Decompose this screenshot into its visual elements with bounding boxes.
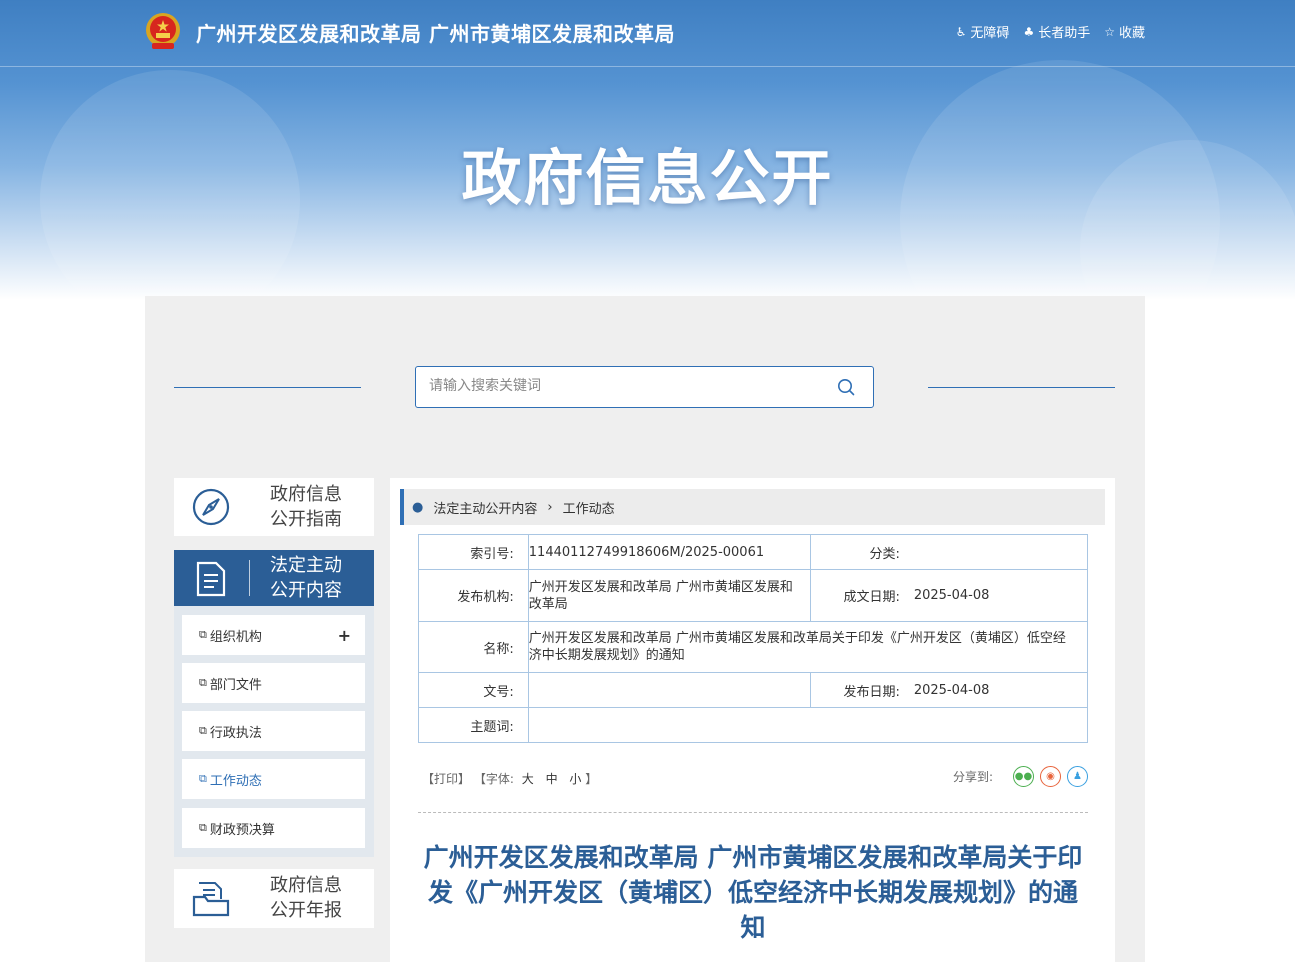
copy-icon: ⧉ [199,724,207,737]
category-value [913,534,1088,570]
sidebar-item-label: 组织机构 [209,629,262,645]
national-emblem-icon [146,13,180,49]
name-value: 广州开发区发展和改革局 广州市黄埔区发展和改革局关于印发《广州开发区（黄埔区）低… [527,621,1089,673]
weibo-share-icon[interactable]: ◉ [1040,766,1061,787]
search-input[interactable] [416,367,816,405]
index-key: 索引号: [418,534,529,570]
accessibility-label: 无障碍 [970,26,1010,41]
sidebar-guide-label-1: 政府信息 [270,484,342,505]
search-icon[interactable] [837,378,855,396]
sidebar-active-label-2: 公开内容 [270,580,342,601]
docno-key: 文号: [418,672,529,708]
table-row: 发布机构: 广州开发区发展和改革局 广州市黄埔区发展和改革局 成文日期: 202… [418,569,1088,622]
share-label: 分享到: [952,770,993,784]
top-bar: 广州开发区发展和改革局 广州市黄埔区发展和改革局 ♿ 无障碍 ♣ 长者助手 ☆ … [0,0,1295,67]
publisher-key: 发布机构: [418,569,529,622]
table-row: 名称: 广州开发区发展和改革局 广州市黄埔区发展和改革局关于印发《广州开发区（黄… [418,621,1089,673]
compass-icon [192,488,230,526]
elder-helper-link[interactable]: ♣ 长者助手 [1023,22,1091,42]
search-box [415,366,874,408]
category-key: 分类: [809,534,914,570]
article-tools: 【打印】 【字体: 大 中 小 】 [422,770,597,787]
sidebar-active-label-1: 法定主动 [270,555,342,576]
elder-helper-label: 长者助手 [1038,26,1091,41]
created-date-key: 成文日期: [809,569,914,622]
sidebar-item-law-enforcement[interactable]: ⧉ 行政执法 [182,711,365,751]
table-row: 索引号: 11440112749918606M/2025-00061 分类: [418,534,1088,570]
content-area: ● 法定主动公开内容 › 工作动态 索引号: 11440112749918606… [390,478,1115,962]
header-banner: 广州开发区发展和改革局 广州市黄埔区发展和改革局 ♿ 无障碍 ♣ 长者助手 ☆ … [0,0,1295,300]
breadcrumb-current[interactable]: 工作动态 [563,498,615,517]
elder-helper-icon: ♣ [1023,24,1035,39]
chevron-right-icon: › [547,499,553,515]
site-title[interactable]: 广州开发区发展和改革局 广州市黄埔区发展和改革局 [196,18,675,47]
sidebar-annual-label-1: 政府信息 [270,875,342,896]
created-date-value: 2025-04-08 [913,569,1088,622]
wechat-share-icon[interactable]: ●● [1013,766,1034,787]
expand-icon[interactable]: + [338,626,351,645]
sidebar-submenu: ⧉ 组织机构 + ⧉ 部门文件 ⧉ 行政执法 ⧉ 工作动态 ⧉ 财政预决算 [174,606,374,857]
document-title: 广州开发区发展和改革局 广州市黄埔区发展和改革局关于印发《广州开发区（黄埔区）低… [423,843,1083,942]
topic-key: 主题词: [418,707,529,743]
sidebar-annual-report[interactable]: 政府信息 公开年报 [174,869,374,928]
font-size-suffix: 】 [585,772,598,786]
sidebar-item-organization[interactable]: ⧉ 组织机构 + [182,615,365,655]
search-divider-right [928,387,1115,388]
sidebar-item-department-files[interactable]: ⧉ 部门文件 [182,663,365,703]
topic-value [527,707,1089,743]
sidebar-statutory-content[interactable]: 法定主动 公开内容 [174,550,374,606]
favorite-label: 收藏 [1118,26,1145,41]
accessibility-link[interactable]: ♿ 无障碍 [955,22,1010,42]
table-row: 文号: 发布日期: 2025-04-08 [418,672,1088,708]
main-panel: 政府信息 公开指南 法定主动 公开内容 ⧉ 组织机构 + ⧉ 部门文件 ⧉ 行政… [145,296,1145,962]
location-pin-icon: ● [412,499,424,515]
font-medium-button[interactable]: 中 [546,772,558,786]
folder-icon [192,882,230,917]
breadcrumb-parent[interactable]: 法定主动公开内容 [433,498,537,517]
publisher-value: 广州开发区发展和改革局 广州市黄埔区发展和改革局 [527,569,811,622]
star-icon: ☆ [1104,24,1115,39]
sidebar-item-label: 财政预决算 [209,822,275,838]
copy-icon: ⧉ [199,628,207,641]
copy-icon: ⧉ [199,676,207,689]
published-date-key: 发布日期: [809,672,914,708]
accessibility-icon: ♿ [955,24,967,39]
font-size-prefix: 【字体: [473,772,514,786]
top-links: ♿ 无障碍 ♣ 长者助手 ☆ 收藏 [955,22,1145,42]
copy-icon: ⧉ [199,772,207,785]
published-date-value: 2025-04-08 [913,672,1088,708]
divider [418,812,1088,813]
favorite-link[interactable]: ☆ 收藏 [1104,22,1145,42]
sidebar-guide-label-2: 公开指南 [270,509,342,530]
sidebar-item-budget[interactable]: ⧉ 财政预决算 [182,808,365,848]
sidebar-item-label: 工作动态 [209,773,262,789]
sidebar-divider [249,560,250,596]
document-meta-table: 索引号: 11440112749918606M/2025-00061 分类: 发… [418,534,1089,743]
font-large-button[interactable]: 大 [522,772,534,786]
sidebar-item-label: 部门文件 [209,677,262,693]
index-value: 11440112749918606M/2025-00061 [527,534,811,570]
font-small-button[interactable]: 小 [569,772,581,786]
sidebar-annual-label-2: 公开年报 [270,900,342,921]
qq-share-icon[interactable]: ♟ [1067,766,1088,787]
sidebar-guide[interactable]: 政府信息 公开指南 [174,478,374,536]
docno-value [527,672,811,708]
breadcrumb: ● 法定主动公开内容 › 工作动态 [400,489,1105,525]
share-bar: 分享到: ●● ◉ ♟ [953,766,1088,787]
sidebar-item-label: 行政执法 [209,725,262,741]
copy-icon: ⧉ [199,821,207,834]
document-icon [196,561,226,597]
table-row: 主题词: [418,707,1089,743]
search-divider-left [174,387,361,388]
sidebar-item-work-news[interactable]: ⧉ 工作动态 [182,759,365,799]
hero-title: 政府信息公开 [461,144,834,214]
print-button[interactable]: 【打印】 [422,772,470,786]
name-key: 名称: [418,621,529,673]
